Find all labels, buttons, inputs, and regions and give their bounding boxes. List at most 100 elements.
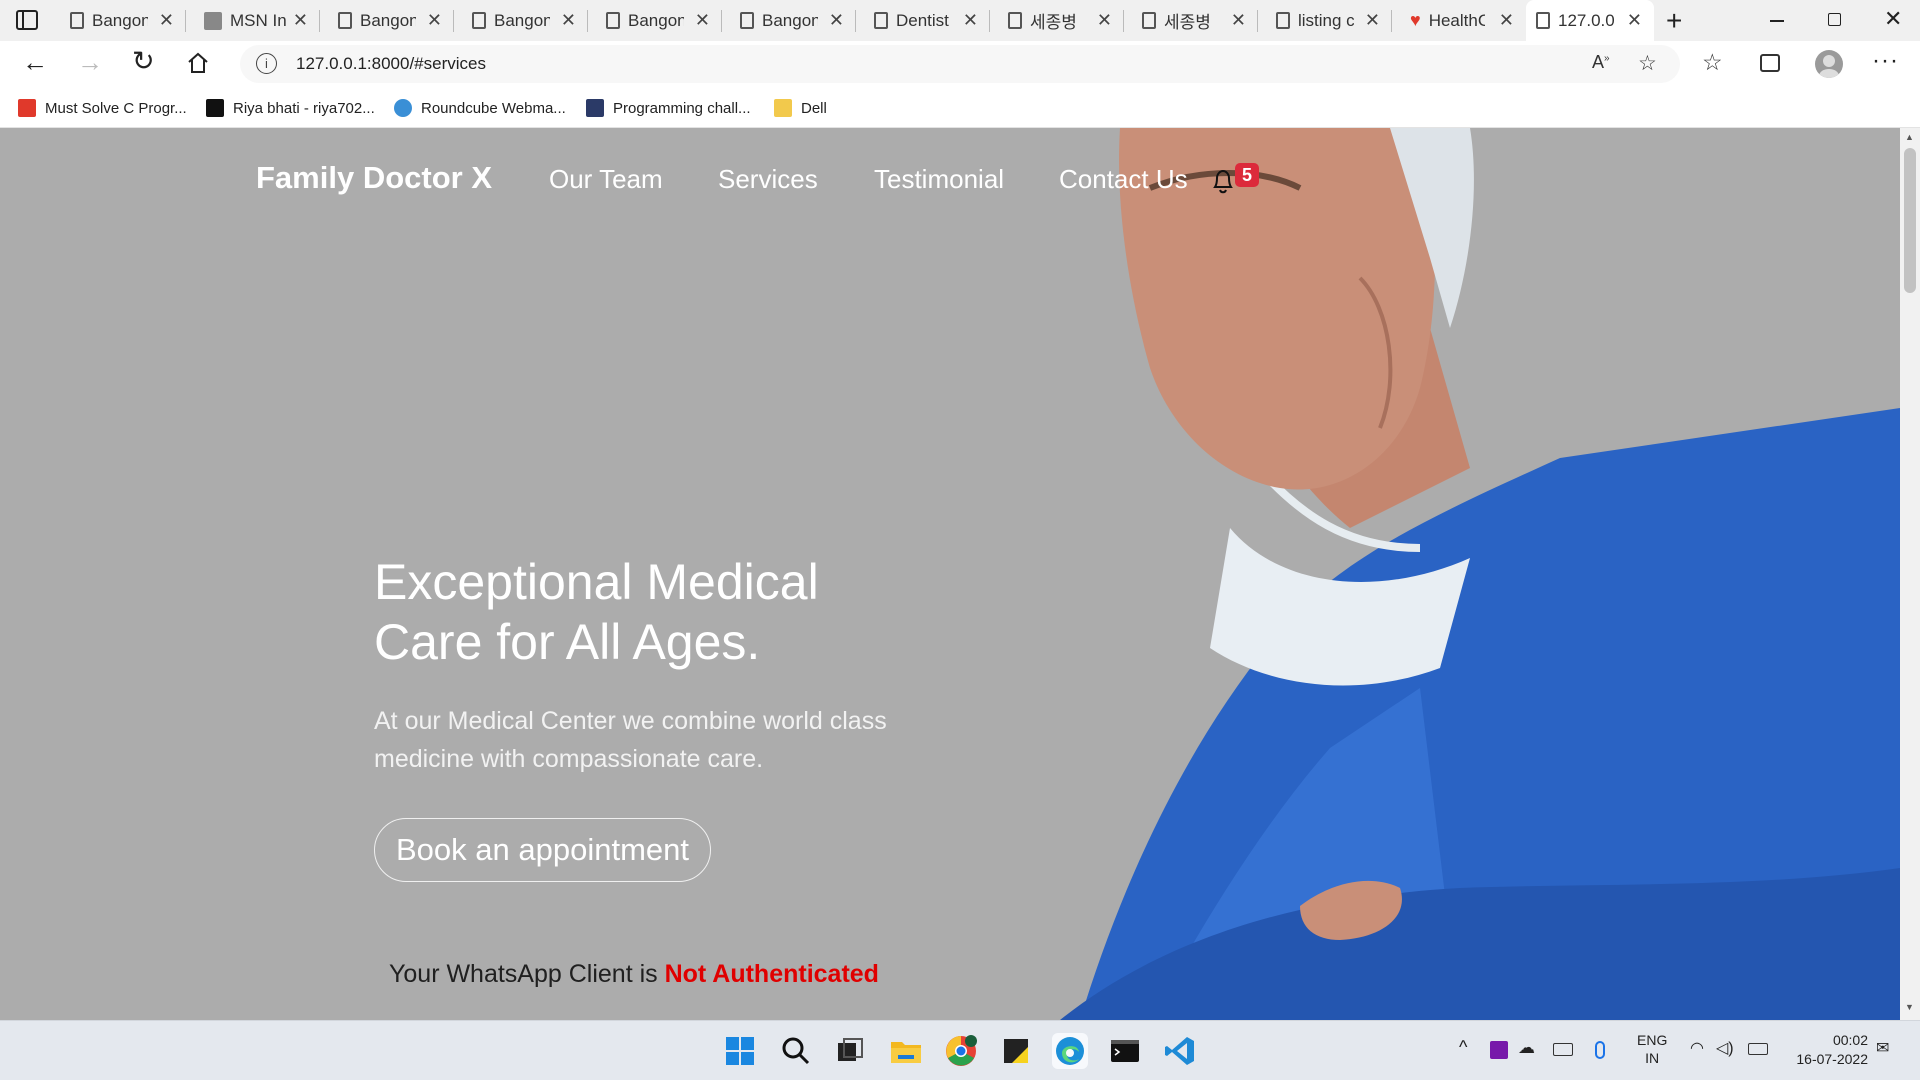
language-indicator[interactable]: ENG IN [1637, 1031, 1667, 1067]
onenote-icon[interactable] [1490, 1041, 1508, 1059]
tab-title: 세종병 [1030, 13, 1077, 32]
bookmark-label: Must Solve C Progr... [45, 99, 187, 117]
collections-icon[interactable] [1760, 54, 1780, 72]
tab-title: Dentist [896, 10, 949, 30]
close-tab-icon[interactable]: ✕ [695, 10, 710, 31]
tab-title: Bangon [494, 10, 550, 30]
tab[interactable]: listing c ✕ [1266, 0, 1392, 41]
restore-icon[interactable] [1828, 13, 1841, 26]
book-appointment-button[interactable]: Book an appointment [374, 818, 711, 882]
close-tab-icon[interactable]: ✕ [829, 10, 844, 31]
scroll-up-arrow-icon[interactable]: ▲ [1905, 132, 1914, 142]
close-tab-icon[interactable]: ✕ [1627, 10, 1642, 31]
tab[interactable]: Bangon ✕ [462, 0, 588, 41]
microphone-icon[interactable] [1595, 1041, 1605, 1059]
notification-badge: 5 [1235, 163, 1259, 187]
notification-bell-icon[interactable] [1211, 167, 1235, 195]
nav-testimonial[interactable]: Testimonial [874, 164, 1004, 195]
tab-title: Bangon [360, 10, 416, 30]
bookmark[interactable]: Riya bhati - riya702... [206, 97, 375, 119]
tab-title: 세종병 [1164, 13, 1211, 32]
tab-title: HealthC [1428, 10, 1485, 30]
page-icon [606, 12, 620, 29]
tab-title: MSN In [230, 10, 286, 30]
close-tab-icon[interactable]: ✕ [1231, 10, 1246, 31]
scroll-down-arrow-icon[interactable]: ▼ [1905, 1002, 1914, 1012]
back-icon[interactable]: ← [22, 47, 48, 78]
tab-title: listing c [1298, 10, 1354, 30]
tab[interactable]: Bangon ✕ [60, 0, 186, 41]
tab[interactable]: MSN In ✕ [194, 0, 320, 41]
home-icon[interactable] [186, 51, 210, 75]
nav-services[interactable]: Services [718, 164, 818, 195]
close-tab-icon[interactable]: ✕ [1097, 10, 1112, 31]
close-tab-icon[interactable]: ✕ [1365, 10, 1380, 31]
tab[interactable]: ♥ HealthC ✕ [1400, 0, 1526, 41]
file-explorer-icon[interactable] [888, 1033, 924, 1069]
sticky-notes-icon[interactable] [998, 1033, 1034, 1069]
task-view-icon[interactable] [832, 1033, 868, 1069]
search-icon[interactable] [778, 1033, 814, 1069]
url-field[interactable]: i 127.0.0.1:8000/#services A» ☆ [240, 45, 1680, 83]
clock[interactable]: 00:02 16-07-2022 [1788, 1031, 1868, 1069]
keyboard-icon[interactable] [1553, 1043, 1573, 1056]
bookmarks-bar: Must Solve C Progr... Riya bhati - riya7… [0, 87, 1920, 128]
bookmark[interactable]: Programming chall... [586, 97, 751, 119]
bookmark-label: Riya bhati - riya702... [233, 99, 375, 117]
minimize-icon[interactable] [1770, 20, 1784, 22]
tab-strip: Bangon ✕ MSN In ✕ Bangon ✕ Bangon ✕ Bangon ✕ … [0, 0, 1920, 41]
volume-icon[interactable]: ◁) [1716, 1038, 1734, 1058]
tab-actions-menu[interactable] [16, 10, 38, 30]
scrollbar-thumb[interactable] [1904, 148, 1916, 293]
close-tab-icon[interactable]: ✕ [159, 10, 174, 31]
site-info-icon[interactable]: i [256, 53, 277, 74]
close-tab-icon[interactable]: ✕ [293, 10, 308, 31]
bookmark-folder[interactable]: Dell [774, 97, 827, 119]
close-tab-icon[interactable]: ✕ [561, 10, 576, 31]
onedrive-icon[interactable]: ☁ [1518, 1038, 1535, 1058]
page-scrollbar[interactable]: ▲ ▼ [1900, 128, 1920, 1020]
forward-icon[interactable]: → [77, 47, 103, 78]
edge-icon[interactable] [1052, 1033, 1088, 1069]
nav-contact-us[interactable]: Contact Us [1059, 164, 1188, 195]
start-icon[interactable] [722, 1033, 758, 1069]
url-text: 127.0.0.1:8000/#services [296, 54, 486, 73]
add-favorite-icon[interactable]: ☆ [1638, 51, 1657, 76]
bookmark[interactable]: Must Solve C Progr... [18, 97, 187, 119]
nav-our-team[interactable]: Our Team [549, 164, 663, 195]
chrome-icon[interactable] [943, 1033, 979, 1069]
tab[interactable]: Bangon ✕ [730, 0, 856, 41]
whatsapp-status-value: Not Authenticated [664, 960, 879, 988]
read-aloud-icon[interactable]: A» [1592, 52, 1610, 73]
settings-more-icon[interactable]: ··· [1872, 47, 1899, 75]
tab[interactable]: 세종병 ✕ [998, 0, 1124, 41]
close-tab-icon[interactable]: ✕ [1499, 10, 1514, 31]
page-icon [472, 12, 486, 29]
new-tab-icon[interactable]: + [1666, 5, 1682, 37]
favorites-icon[interactable]: ☆ [1702, 49, 1723, 76]
tab-active[interactable]: 127.0.0. ✕ [1526, 0, 1654, 41]
bookmark[interactable]: Roundcube Webma... [394, 97, 566, 119]
tab[interactable]: 세종병 ✕ [1132, 0, 1258, 41]
brand-logo[interactable]: Family Doctor X [256, 160, 492, 196]
close-window-icon[interactable]: ✕ [1884, 6, 1902, 32]
bookmark-label: Dell [801, 99, 827, 117]
tab[interactable]: Dentist ✕ [864, 0, 990, 41]
terminal-icon[interactable] [1107, 1033, 1143, 1069]
notifications-icon[interactable]: ✉ [1876, 1038, 1889, 1058]
tab-title: 127.0.0. [1558, 10, 1614, 30]
wifi-icon[interactable]: ◠ [1690, 1038, 1704, 1058]
close-tab-icon[interactable]: ✕ [427, 10, 442, 31]
bookmark-favicon [206, 99, 224, 117]
tab[interactable]: Bangon ✕ [328, 0, 454, 41]
page-icon [874, 12, 888, 29]
battery-icon[interactable] [1748, 1043, 1768, 1055]
clock-time: 00:02 [1832, 1032, 1868, 1048]
vscode-icon[interactable] [1162, 1033, 1198, 1069]
close-tab-icon[interactable]: ✕ [963, 10, 978, 31]
profile-avatar[interactable] [1815, 50, 1843, 78]
tab[interactable]: Bangon ✕ [596, 0, 722, 41]
show-hidden-icons-icon[interactable]: ^ [1459, 1037, 1467, 1058]
hero-section: Family Doctor X Our Team Services Testim… [0, 128, 1900, 1020]
refresh-icon[interactable]: ↻ [132, 46, 155, 77]
